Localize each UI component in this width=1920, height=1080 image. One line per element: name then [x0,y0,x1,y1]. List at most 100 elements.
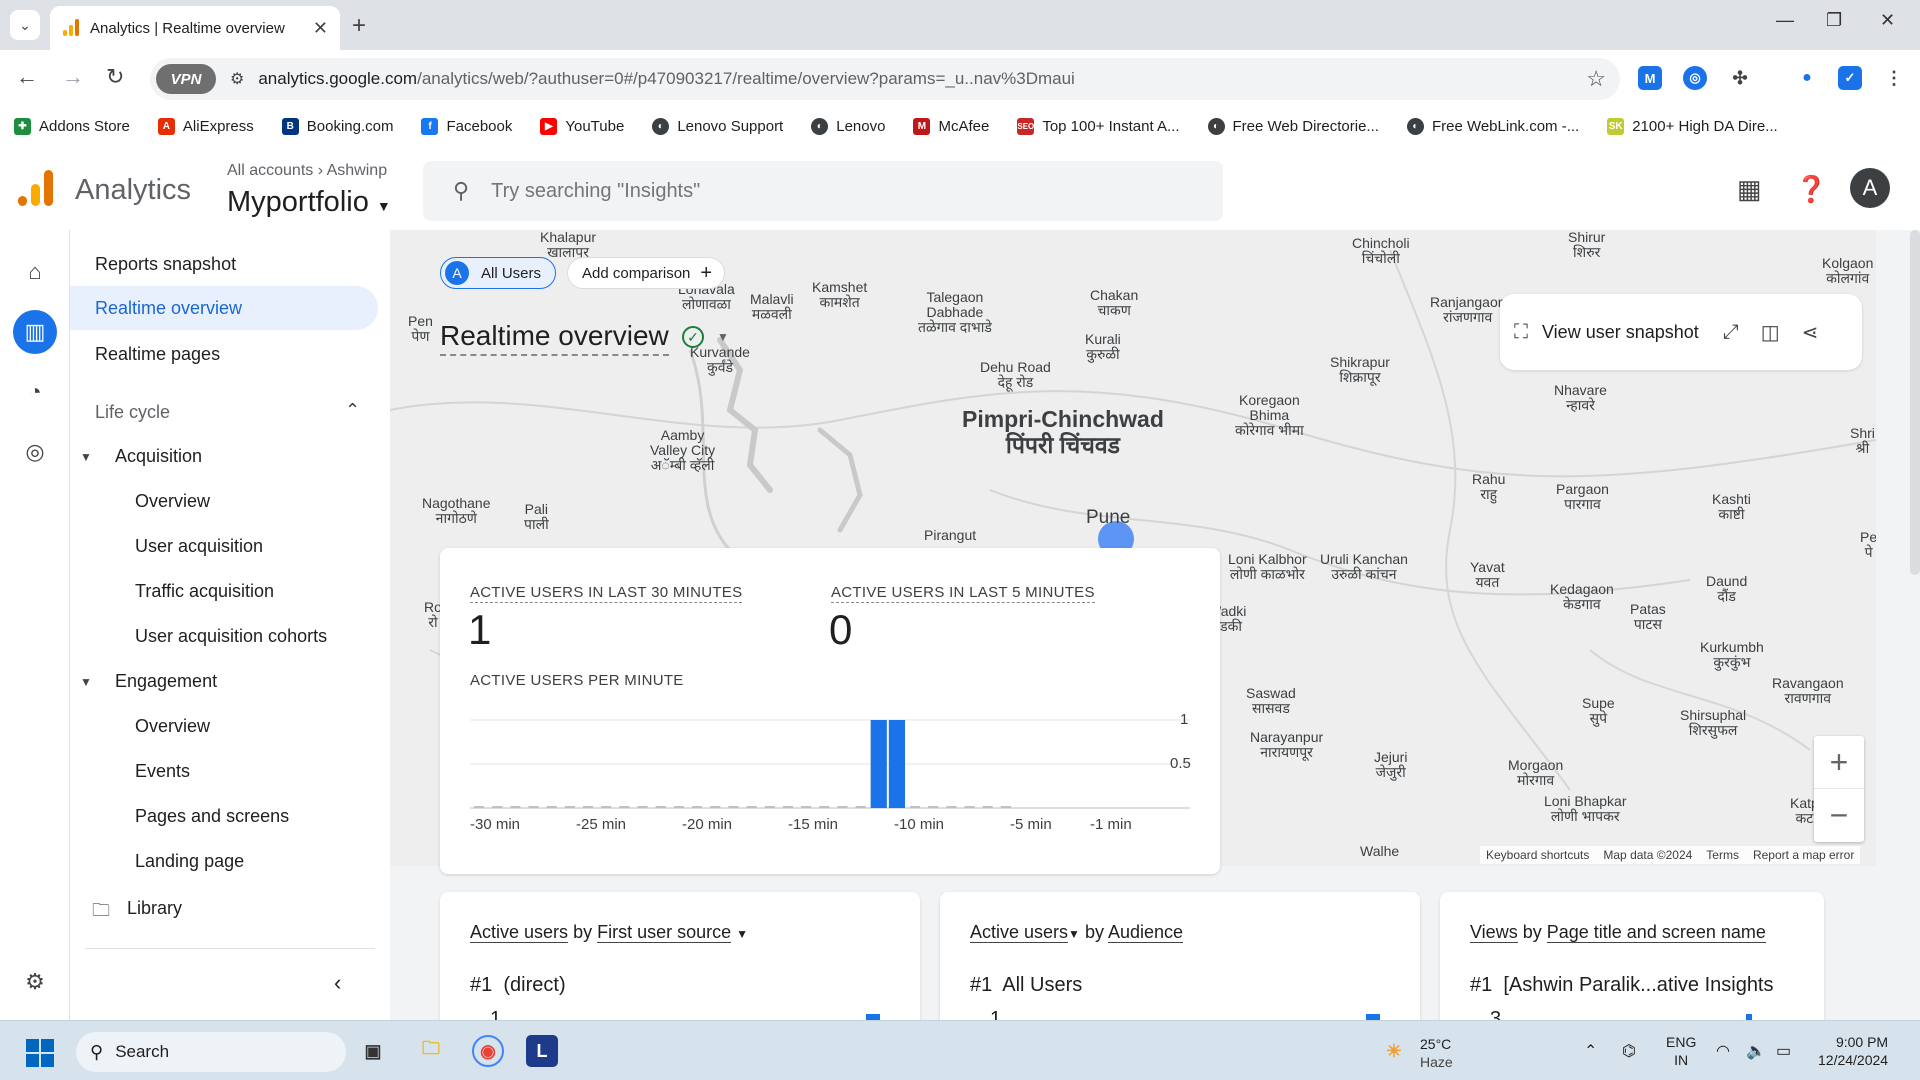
url-text[interactable]: analytics.google.com/analytics/web/?auth… [258,69,1586,89]
advertising-icon[interactable]: ◎ [13,430,57,474]
nav-traffic-acquisition[interactable]: Traffic acquisition [135,581,274,602]
view-user-snapshot-button[interactable]: View user snapshot [1542,322,1699,343]
nav-realtime-pages[interactable]: Realtime pages [95,344,220,365]
bookmark-item[interactable]: SEO Top 100+ Instant A... [1017,117,1180,135]
clock[interactable]: 9:00 PM 12/24/2024 [1818,1033,1888,1069]
back-button[interactable]: ← [16,64,38,90]
extension-shield-icon[interactable]: ◎ [1683,66,1707,90]
compare-columns-icon[interactable]: ◫ [1761,320,1780,345]
tab-search-button[interactable]: ⌄ [10,10,40,40]
profile-icon[interactable]: ● [1795,66,1819,90]
extension-security-icon[interactable]: ✓ [1838,66,1862,90]
bookmark-item[interactable]: SK 2100+ High DA Dire... [1607,117,1778,135]
fullscreen-icon[interactable]: ⤢ [1723,321,1739,344]
bookmark-star-icon[interactable]: ☆ [1586,66,1606,92]
address-bar[interactable]: VPN ⚙ analytics.google.com/analytics/web… [150,58,1620,100]
collapse-nav-icon[interactable]: ‹ [334,970,341,996]
help-icon[interactable]: ❓ [1795,174,1827,205]
nav-section-life-cycle[interactable]: Life cycle [95,402,170,423]
dropdown-caret-icon[interactable]: ▼ [1068,927,1080,941]
property-selector[interactable]: Myportfolio ▼ [227,186,391,219]
language-indicator[interactable]: ENG IN [1666,1033,1696,1069]
site-info-icon[interactable]: ⚙ [230,69,244,89]
wifi-icon[interactable]: ◠ [1716,1041,1730,1061]
nav-user-acquisition-cohorts[interactable]: User acquisition cohorts [135,626,327,647]
bookmark-item[interactable]: ▶ YouTube [540,117,624,135]
task-view-icon[interactable]: ▣ [357,1035,389,1067]
windows-start-icon[interactable] [26,1039,54,1067]
bookmark-item[interactable]: f Facebook [421,117,512,135]
nav-acq-overview[interactable]: Overview [135,491,210,512]
bookmark-item[interactable]: A AliExpress [157,117,254,135]
zoom-out-button[interactable]: − [1814,789,1864,842]
extension-m-icon[interactable]: M [1638,66,1662,90]
account-breadcrumb[interactable]: All accounts › Ashwinp [227,162,387,180]
nav-reports-snapshot[interactable]: Reports snapshot [95,254,236,275]
share-icon[interactable]: ⋖ [1802,320,1819,345]
new-tab-button[interactable]: + [352,12,366,40]
restore-button[interactable]: ❐ [1826,10,1842,31]
nav-acquisition[interactable]: Acquisition [115,446,202,467]
network-tray-icon[interactable]: ⌬ [1622,1041,1636,1061]
apps-grid-icon[interactable]: ▦ [1737,174,1762,205]
caret-down-icon[interactable]: ▼ [80,450,92,464]
all-users-chip[interactable]: A All Users [440,257,557,289]
explore-icon[interactable]: ◔ [13,370,57,414]
nav-user-acquisition[interactable]: User acquisition [135,536,263,557]
dropdown-caret-icon[interactable]: ▼ [717,330,729,344]
tab-close-icon[interactable]: ✕ [313,18,328,39]
page-scrollbar[interactable] [1910,230,1920,575]
file-explorer-icon[interactable]: 🗀 [415,1035,447,1067]
avatar[interactable]: A [1850,168,1890,208]
nav-eng-overview[interactable]: Overview [135,716,210,737]
reports-icon[interactable]: ▥ [13,310,57,354]
close-window-button[interactable]: ✕ [1880,10,1895,31]
terms-link[interactable]: Terms [1706,848,1739,862]
battery-icon[interactable]: ▭ [1776,1041,1791,1061]
bookmark-item[interactable]: ◐ Lenovo Support [652,117,783,135]
card-title[interactable]: Active users by First user source ▼ [470,922,748,943]
bookmark-item[interactable]: ◐ Free WebLink.com -... [1406,117,1579,135]
reload-button[interactable]: ↻ [106,64,124,90]
volume-icon[interactable]: 🔈 [1746,1041,1766,1061]
nav-landing-page[interactable]: Landing page [135,851,244,872]
browser-tab[interactable]: Analytics | Realtime overview ✕ [50,6,340,50]
bookmark-item[interactable]: ✚ Addons Store [14,117,130,135]
minimize-button[interactable]: — [1776,10,1794,31]
chart-bar[interactable] [870,720,887,808]
nav-pages-and-screens[interactable]: Pages and screens [135,806,289,827]
card-title[interactable]: Active users▼ by Audience [970,922,1184,943]
search-bar[interactable]: ⚲ [423,161,1223,221]
caret-down-icon[interactable]: ▼ [80,675,92,689]
keyboard-shortcuts-link[interactable]: Keyboard shortcuts [1486,848,1589,862]
zoom-in-button[interactable]: + [1814,736,1864,789]
extensions-puzzle-icon[interactable]: ✣ [1728,66,1752,90]
chevron-up-icon[interactable]: ⌃ [345,400,360,421]
forward-button[interactable]: → [62,64,84,90]
browser-menu-icon[interactable]: ⋮ [1882,66,1906,90]
vpn-badge[interactable]: VPN [156,64,216,94]
nav-engagement[interactable]: Engagement [115,671,217,692]
bookmark-item[interactable]: B Booking.com [281,117,393,135]
add-comparison-button[interactable]: Add comparison + [567,257,726,289]
check-circle-icon[interactable]: ✓ [682,326,704,348]
taskbar-search[interactable]: ⚲ Search [76,1032,346,1072]
weather-icon[interactable]: ☀ [1378,1035,1410,1067]
analytics-brand[interactable]: Analytics [75,174,191,207]
nav-library[interactable]: Library [127,898,182,919]
weather-text[interactable]: 25°C Haze [1420,1035,1453,1071]
bookmark-item[interactable]: M McAfee [913,117,989,135]
chart-bar[interactable] [888,720,905,808]
dropdown-caret-icon[interactable]: ▼ [736,927,748,941]
chrome-icon[interactable]: ◉ [472,1035,504,1067]
app-l-icon[interactable]: L [526,1035,558,1067]
bookmark-item[interactable]: ◐ Lenovo [811,117,885,135]
home-icon[interactable]: ⌂ [13,250,57,294]
report-map-error-link[interactable]: Report a map error [1753,848,1854,862]
nav-realtime-overview[interactable]: Realtime overview [70,286,378,330]
settings-gear-icon[interactable]: ⚙ [13,960,57,1004]
tray-chevron-icon[interactable]: ⌃ [1584,1041,1597,1061]
bookmark-item[interactable]: ◐ Free Web Directorie... [1207,117,1379,135]
card-title[interactable]: Views by Page title and screen name [1470,922,1766,943]
search-input[interactable] [491,179,1092,203]
